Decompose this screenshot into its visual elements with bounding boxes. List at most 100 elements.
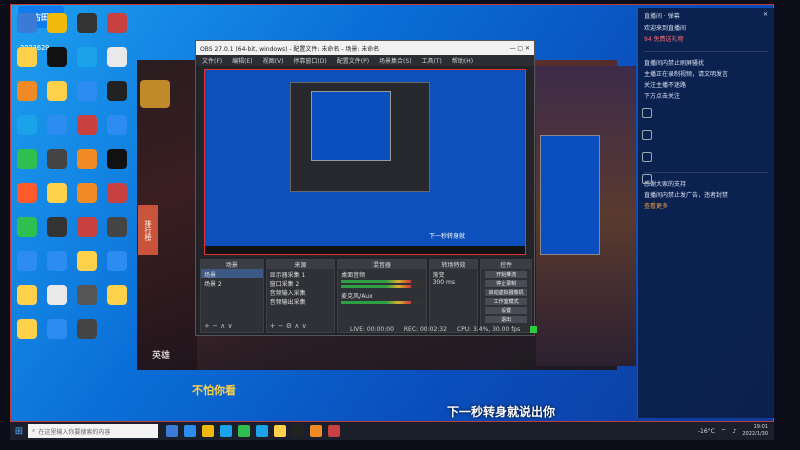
desktop-icon[interactable] (102, 144, 132, 174)
desktop-icon[interactable] (72, 76, 102, 106)
menu-view[interactable]: 视图(V) (263, 56, 284, 65)
desktop-icon[interactable] (12, 280, 42, 310)
desktop-icon[interactable] (42, 314, 72, 344)
desktop-icon[interactable] (42, 110, 72, 140)
menu-docks[interactable]: 停靠窗口(D) (293, 56, 326, 65)
taskbar-clock[interactable]: 19:01 2022/1/30 (742, 424, 768, 438)
desktop-icon[interactable] (102, 280, 132, 310)
scenes-dock-title: 场景 (201, 260, 263, 269)
desktop-icon[interactable] (12, 314, 42, 344)
gift-icon[interactable] (642, 108, 652, 118)
desktop-icon[interactable] (12, 178, 42, 208)
desktop-icon[interactable] (42, 246, 72, 276)
desktop-icon[interactable] (72, 42, 102, 72)
desktop-icon[interactable] (72, 178, 102, 208)
obs-preview-canvas[interactable]: 下一秒转身就 (204, 69, 526, 255)
desktop-icon[interactable] (102, 212, 132, 242)
wechat-icon[interactable] (238, 425, 250, 437)
volume-icon[interactable]: ♪ (733, 428, 737, 435)
desktop-icon[interactable] (72, 110, 102, 140)
source-item[interactable]: 窗口采集 2 (267, 278, 335, 288)
fullscreen-icon[interactable] (642, 174, 652, 184)
desktop-icon[interactable] (42, 280, 72, 310)
desktop-icon[interactable] (42, 42, 72, 72)
chat-message: 主播正在录制视频，请文明发言 (644, 71, 729, 78)
desktop-icon[interactable] (42, 212, 72, 242)
start-streaming-button[interactable]: 开始推流 (485, 271, 527, 278)
desktop-icon[interactable] (12, 212, 42, 242)
desktop-icon[interactable] (102, 246, 132, 276)
desktop-icon[interactable] (102, 42, 132, 72)
chat-more-link[interactable]: 查看更多 (638, 201, 774, 212)
share-icon[interactable] (642, 130, 652, 140)
desktop-icon[interactable] (72, 144, 102, 174)
app-icon[interactable] (274, 425, 286, 437)
desktop-icon[interactable] (12, 76, 42, 106)
source-item[interactable]: 显示器采集 1 (267, 269, 335, 279)
scene-item[interactable]: 场景 2 (201, 278, 263, 288)
desktop-icon[interactable] (102, 76, 132, 106)
taskbar-search-input[interactable]: ⌕ 在这里输入你要搜索的内容 (28, 424, 158, 438)
weather-status[interactable]: -16°C (698, 428, 715, 435)
desktop-icon[interactable] (102, 8, 132, 38)
menu-help[interactable]: 帮助(H) (452, 56, 473, 65)
desktop-icon[interactable] (42, 8, 72, 38)
settings-button[interactable]: 设置 (485, 307, 527, 314)
rec-indicator-icon (530, 326, 538, 333)
window-controls[interactable]: — ▢ ✕ (509, 45, 530, 52)
transition-select[interactable]: 渐变 (430, 269, 478, 279)
virtual-camera-button[interactable]: 启动虚拟摄像机 (485, 289, 527, 296)
desktop-icon[interactable] (102, 178, 132, 208)
menu-profile[interactable]: 配置文件(P) (337, 56, 369, 65)
stop-recording-button[interactable]: 停止录制 (485, 280, 527, 287)
desktop-icon[interactable] (72, 246, 102, 276)
edge-icon[interactable] (184, 425, 196, 437)
chat-message: 下方点击关注 (644, 93, 681, 100)
desktop-icon[interactable] (102, 110, 132, 140)
menu-scene-collection[interactable]: 场景集合(S) (379, 56, 412, 65)
controls-dock: 控件 开始推流 停止录制 启动虚拟摄像机 工作室模式 设置 退出 (480, 259, 532, 333)
desktop-icon[interactable] (72, 280, 102, 310)
desktop-icon[interactable] (12, 110, 42, 140)
store-icon[interactable] (220, 425, 232, 437)
obs-taskbar-icon[interactable] (292, 425, 304, 437)
desktop-icon[interactable] (42, 178, 72, 208)
windows-start-icon[interactable]: ⊞ (10, 422, 28, 440)
scenes-dock-toolbar[interactable]: + − ∧ ∨ (204, 322, 233, 330)
desktop-icon[interactable] (12, 8, 42, 38)
settings-icon[interactable] (642, 152, 652, 162)
task-view-icon[interactable] (166, 425, 178, 437)
background-desktop-window (540, 135, 600, 255)
game-rank-badge (140, 80, 170, 108)
chat-close-icon[interactable]: ✕ (763, 11, 768, 20)
desktop-icon[interactable] (42, 76, 72, 106)
desktop-icon[interactable] (72, 314, 102, 344)
desktop-icon[interactable] (12, 42, 42, 72)
heroes-tab[interactable]: 英雄 (152, 348, 170, 361)
qq-icon[interactable] (256, 425, 268, 437)
desktop-icon[interactable] (12, 144, 42, 174)
source-item[interactable]: 音频输入采集 (267, 287, 335, 297)
network-icon[interactable]: ⌔ (721, 427, 727, 435)
scene-item[interactable]: 场景 (201, 269, 263, 279)
explorer-icon[interactable] (202, 425, 214, 437)
obs-window[interactable]: OBS 27.0.1 (64-bit, windows) - 配置文件: 未命名… (195, 40, 535, 336)
source-item[interactable]: 音频输出采集 (267, 296, 335, 306)
exit-button[interactable]: 退出 (485, 316, 527, 323)
app-icon[interactable] (328, 425, 340, 437)
sources-dock-toolbar[interactable]: + − ⚙ ∧ ∨ (270, 322, 307, 330)
live-chat-panel[interactable]: 直播间 · 弹幕 ✕ 欢迎来到直播间 94 免费送礼物 直播间内禁止刷屏骚扰 主… (637, 8, 774, 418)
desktop-icon[interactable] (42, 144, 72, 174)
desktop-icon[interactable] (72, 8, 102, 38)
chat-message: 94 免费送礼物 (644, 36, 684, 43)
desktop-icon[interactable] (72, 212, 102, 242)
menu-file[interactable]: 文件(F) (202, 56, 222, 65)
studio-mode-button[interactable]: 工作室模式 (485, 298, 527, 305)
menu-edit[interactable]: 编辑(E) (232, 56, 252, 65)
desktop-icon[interactable] (12, 246, 42, 276)
menu-tools[interactable]: 工具(T) (422, 56, 442, 65)
leaderboard-tab[interactable]: 排行榜 (138, 205, 158, 255)
game-taskbar-icon[interactable] (310, 425, 322, 437)
obs-titlebar[interactable]: OBS 27.0.1 (64-bit, windows) - 配置文件: 未命名… (196, 41, 534, 55)
transition-duration[interactable]: 300 ms (430, 278, 478, 287)
